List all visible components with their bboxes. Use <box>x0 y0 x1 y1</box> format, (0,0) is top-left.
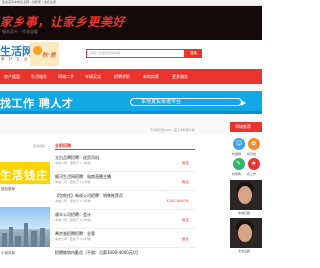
icon-label[interactable]: 找保姆 <box>232 152 241 156</box>
job-salary: 4200-6000元 <box>166 199 189 203</box>
job-meta: 本地公司 · 更新于 2小时前 <box>55 199 91 203</box>
profile-photo[interactable] <box>230 218 262 248</box>
row-divider <box>55 190 195 191</box>
tutor-icon[interactable]: ✎ <box>233 158 245 170</box>
job-salary: 面议 <box>182 218 189 222</box>
building-shape <box>9 227 13 247</box>
search-placeholder: 请输入您要搜索的内容 <box>90 51 121 55</box>
skyline-label[interactable]: 小城风景 <box>1 251 15 256</box>
job-meta: 本地公司 · 更新于 1小时前 <box>55 180 91 184</box>
job-row[interactable]: 立白品牌招聘：送货司机 本地公司 · 更新于 1小时前 面议 <box>55 155 195 173</box>
site-header: 生活网 美 好 生 活 秋·意 请输入您要搜索的内容 搜索 <box>0 40 262 68</box>
job-salary: 面议 <box>182 237 189 241</box>
nav-item[interactable]: 同城二手 <box>58 69 74 84</box>
top-utility-text: 欢迎来到本地生活网 | 请登录 | 免费注册 <box>2 0 56 4</box>
separator <box>0 84 262 90</box>
job-row[interactable]: 招聘推销内勤员（不限）月薪3000-4000元/月 <box>55 250 195 268</box>
info-bar: 下载我们的APP，招工求职更方便 <box>0 115 262 135</box>
main-nav: 房产楼盘 生活服务 同城二手 车辆买卖 招聘求职 本地商家 更多服务 <box>0 69 262 84</box>
banner-slogan: 家乡事，让家乡更美好 <box>0 15 126 29</box>
seasonal-badge-text: 秋·意 <box>42 52 56 59</box>
job-salary: 面议 <box>182 161 189 165</box>
job-title[interactable]: 招聘推销内勤员（不限）月薪3000-4000元/月 <box>55 250 138 256</box>
maternity-icon[interactable]: ✿ <box>248 138 260 150</box>
row-divider <box>55 228 195 229</box>
banner-stripe <box>0 111 262 114</box>
hero-banner: 家乡事，让家乡更美好 服务家乡 · 传递温暖 <box>0 6 262 40</box>
row-divider <box>55 247 195 248</box>
sun-icon <box>33 46 42 55</box>
building-shape <box>2 233 7 247</box>
promo-ad-label[interactable]: 精品推荐 <box>1 187 15 192</box>
building-shape <box>15 236 21 247</box>
more-link[interactable]: 更多视频 <box>33 144 45 148</box>
right-sidebar: 同城推荐 ☺ 找保姆 ✿ 找月嫂 ✎ 找家教 ★ 找工作 本地红娘 交友征婚 <box>230 122 262 264</box>
recruitment-headline: 找工作 聘人才 <box>0 97 74 110</box>
building-shape <box>40 228 45 247</box>
row-divider <box>55 171 195 172</box>
job-meta: 本地公司 · 更新于 3小时前 <box>55 237 91 241</box>
job-icon[interactable]: ★ <box>248 158 260 170</box>
sidebar-header-text: 同城推荐 <box>235 124 251 129</box>
arrow-right-icon <box>241 100 246 106</box>
star-icon: ★ <box>251 160 257 167</box>
job-row[interactable]: 顺河生活网招聘：电商直播主播 本地公司 · 更新于 1小时前 面议 <box>55 174 195 192</box>
photo-label[interactable]: 交友征婚 <box>238 249 250 253</box>
nav-item[interactable]: 招聘求职 <box>114 69 130 84</box>
nav-item[interactable]: 更多服务 <box>172 69 188 84</box>
icon-label[interactable]: 找工作 <box>247 172 256 176</box>
app-download-hint[interactable]: 下载我们的APP，招工求职更方便 <box>150 128 195 132</box>
banner-subtitle: 服务家乡 · 传递温暖 <box>2 29 38 34</box>
job-row[interactable]: 顺丰公司招聘：会计 本地公司 · 更新于 3小时前 面议 <box>55 212 195 230</box>
smile-icon: ☺ <box>236 140 243 147</box>
seasonal-badge: 秋·意 <box>30 42 59 66</box>
sidebar-header: 同城推荐 <box>230 122 262 132</box>
job-list: 全职招聘 立白品牌招聘：送货司机 本地公司 · 更新于 1小时前 面议 顺河生活… <box>55 137 195 264</box>
nav-item[interactable]: 本地商家 <box>143 69 159 84</box>
job-row[interactable]: 【包吃住】新成公司招聘：销售推荐员 本地公司 · 更新于 2小时前 4200-6… <box>55 193 195 211</box>
promo-ad-text: 生活钱庄 <box>0 169 48 182</box>
recruitment-pill: 本地真实靠谱平台 <box>130 98 246 106</box>
site-logo-tagline: 美 好 生 活 <box>1 57 29 61</box>
nav-item[interactable]: 生活服务 <box>31 69 47 84</box>
nav-item[interactable]: 车辆买卖 <box>85 69 101 84</box>
job-meta: 本地公司 · 更新于 1小时前 <box>55 161 91 165</box>
left-column: 更多视频 生活钱庄 精品推荐 小城风景 <box>0 137 50 264</box>
nanny-icon[interactable]: ☺ <box>233 138 245 150</box>
avatar-face <box>238 224 252 242</box>
profile-photo[interactable] <box>230 180 262 210</box>
job-meta: 本地公司 · 更新于 3小时前 <box>55 218 91 222</box>
row-divider <box>55 209 195 210</box>
search-input[interactable]: 请输入您要搜索的内容 <box>86 49 185 58</box>
city-skyline-image[interactable] <box>0 207 50 247</box>
promo-ad[interactable]: 生活钱庄 <box>0 162 50 184</box>
photo-label[interactable]: 本地红娘 <box>238 211 250 215</box>
icon-label[interactable]: 找月嫂 <box>247 152 256 156</box>
icon-label[interactable]: 找家教 <box>232 172 241 176</box>
nav-item[interactable]: 房产楼盘 <box>4 69 20 84</box>
building-shape <box>31 231 37 247</box>
search-button[interactable]: 搜索 <box>185 49 202 58</box>
recruitment-pill-text: 本地真实靠谱平台 <box>141 99 182 105</box>
recruitment-banner[interactable]: 找工作 聘人才 本地真实靠谱平台 <box>0 91 262 114</box>
pencil-icon: ✎ <box>236 160 242 167</box>
job-row[interactable]: 希京香招聘招聘：仓管 本地公司 · 更新于 3小时前 面议 <box>55 231 195 249</box>
avatar-face <box>238 186 252 204</box>
flower-icon: ✿ <box>251 140 257 147</box>
building-shape <box>24 223 28 247</box>
job-salary: 面议 <box>182 180 189 184</box>
title-underline <box>55 149 195 150</box>
